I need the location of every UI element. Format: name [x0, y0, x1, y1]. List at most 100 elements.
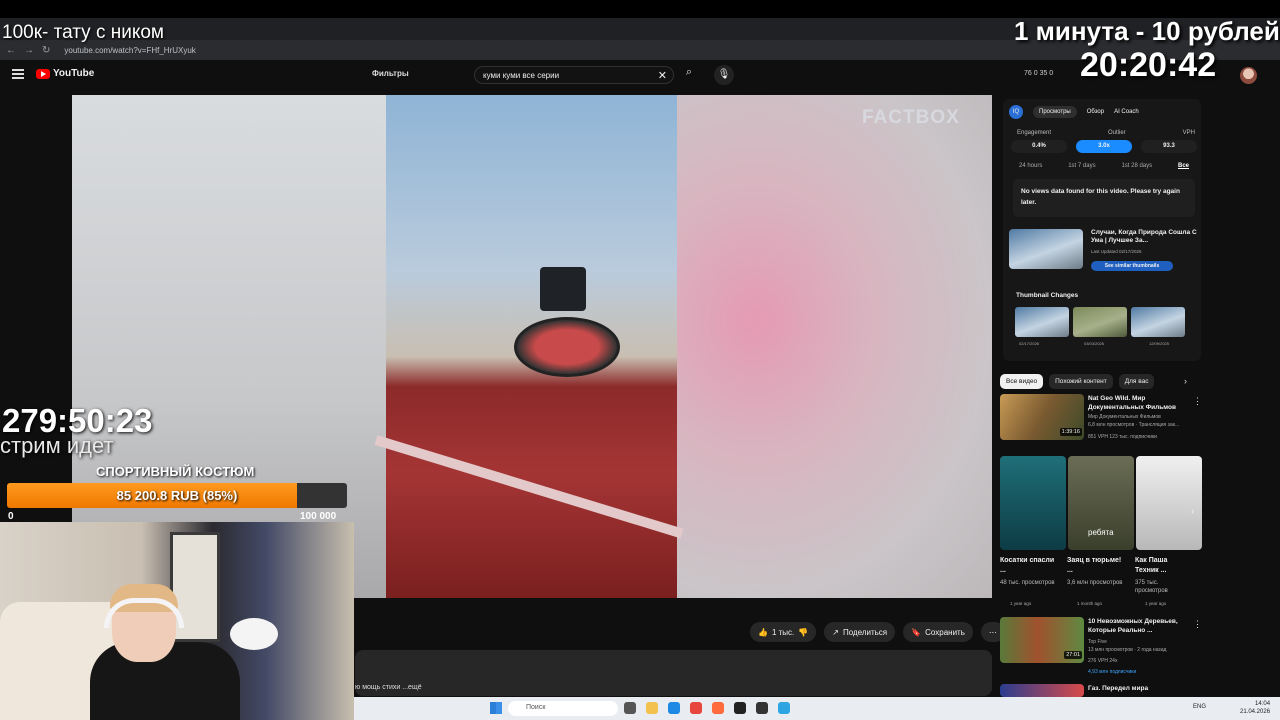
- thumbs-down-icon[interactable]: 👎: [798, 628, 808, 637]
- bookmark-icon: 🔖: [911, 627, 922, 637]
- vph-stats: 276 VPH 24x: [1088, 658, 1118, 664]
- menu-icon[interactable]: [12, 69, 24, 79]
- clock-time: 14:04: [1255, 701, 1271, 707]
- short-views: 3,6 млн просмотров: [1067, 580, 1123, 586]
- forward-icon[interactable]: →: [24, 45, 34, 56]
- system-clock[interactable]: 14:04 21.04.2026: [1240, 700, 1270, 716]
- video-views: 6,8 млн просмотров · Трансляция зак...: [1088, 422, 1180, 428]
- clear-search-icon[interactable]: ✕: [658, 69, 667, 82]
- thumbnail-updated: Last Updated 02/17/2026: [1091, 249, 1142, 254]
- list-item[interactable]: 1:39:16 Nat Geo Wild. Мир Документальных…: [1000, 394, 1200, 444]
- save-label: Сохранить: [925, 627, 965, 637]
- firefox-icon[interactable]: [712, 702, 724, 714]
- chip-all-videos[interactable]: Все видео: [1000, 374, 1044, 389]
- share-label: Поделиться: [842, 627, 888, 637]
- edge-icon[interactable]: [668, 702, 680, 714]
- chrome-icon[interactable]: [690, 702, 702, 714]
- tab-overview[interactable]: Обзор: [1087, 109, 1104, 115]
- thumbnail-changes: [1015, 307, 1185, 337]
- chip-for-you[interactable]: Для вас: [1118, 374, 1155, 389]
- donation-goal-bar: 85 200.8 RUB (85%): [7, 483, 347, 508]
- avatar[interactable]: [1240, 67, 1257, 84]
- share-button[interactable]: ↗ Поделиться: [824, 622, 896, 642]
- period-selector: 24 hours 1st 7 days 1st 28 days Все: [1019, 163, 1189, 169]
- video-blur-right: [677, 95, 992, 598]
- list-item[interactable]: 27:01 10 Невозможных Деревьев, Которые Р…: [1000, 617, 1200, 675]
- short-date: 1 month ago: [1077, 601, 1103, 606]
- channel-watermark: FACTBOX: [862, 107, 960, 128]
- tab-views[interactable]: Просмотры: [1033, 106, 1077, 118]
- short-title[interactable]: Заяц в тюрьме! ...: [1067, 556, 1123, 576]
- folder-icon[interactable]: [646, 702, 658, 714]
- short-thumbnail[interactable]: [1000, 456, 1066, 550]
- reload-icon[interactable]: ↻: [42, 45, 50, 56]
- microphone-icon[interactable]: 🎙: [714, 65, 734, 85]
- search-icon[interactable]: ⌕: [678, 66, 700, 84]
- short-title[interactable]: Косатки спасли ...: [1000, 556, 1056, 576]
- webcam-overlay: [0, 522, 354, 720]
- metric-label: Outlier: [1108, 130, 1126, 136]
- metric-labels: Engagement Outlier VPH: [1017, 130, 1195, 136]
- metric-label: Engagement: [1017, 130, 1052, 136]
- windows-start-icon[interactable]: [490, 702, 502, 714]
- thumbnail-changes-title: Thumbnail Changes: [1016, 292, 1079, 299]
- thumbnail-version[interactable]: [1131, 307, 1185, 337]
- similar-thumbnails-button[interactable]: See similar thumbnails: [1091, 261, 1173, 271]
- chevron-right-icon[interactable]: ›: [1184, 376, 1187, 386]
- tab-ai-coach[interactable]: AI Coach: [1114, 109, 1139, 115]
- thumbnail-date: 12/09/2025: [1148, 341, 1169, 346]
- app-icon[interactable]: [756, 702, 768, 714]
- no-data-message: No views data found for this video. Plea…: [1013, 179, 1195, 217]
- period-28d[interactable]: 1st 28 days: [1121, 163, 1152, 169]
- duration-badge: 27:01: [1064, 651, 1082, 659]
- taskbar-search[interactable]: Поиск: [508, 701, 618, 716]
- period-all[interactable]: Все: [1178, 163, 1189, 169]
- save-button[interactable]: 🔖 Сохранить: [903, 622, 973, 642]
- clock-date: 21.04.2026: [1240, 709, 1271, 715]
- youtube-logo[interactable]: YouTube: [36, 68, 94, 79]
- telegram-icon[interactable]: [778, 702, 790, 714]
- short-title[interactable]: Как Паша Техник ...: [1135, 556, 1191, 576]
- list-item[interactable]: Газ. Передел мира: [1000, 684, 1200, 697]
- header-stats: 76 0 35 0: [1024, 70, 1054, 77]
- youtube-play-icon: [36, 68, 50, 79]
- video-frame: [374, 95, 684, 598]
- video-thumbnail: [1009, 229, 1083, 269]
- obs-icon[interactable]: [734, 702, 746, 714]
- short-views: 375 тыс. просмотров: [1135, 580, 1168, 594]
- short-caption: ребята: [1088, 528, 1114, 537]
- task-view-icon[interactable]: [624, 702, 636, 714]
- short-thumbnail[interactable]: ребята: [1068, 456, 1134, 550]
- thumbnail-version[interactable]: [1015, 307, 1069, 337]
- more-vert-icon[interactable]: ⋮: [1193, 619, 1202, 630]
- short-thumbnail[interactable]: [1136, 456, 1202, 550]
- analytics-panel: IQ Просмотры Обзор AI Coach Engagement O…: [1003, 99, 1201, 361]
- thumbnail-version[interactable]: [1073, 307, 1127, 337]
- video-title: 10 Невозможных Деревьев, Которые Реально…: [1088, 618, 1178, 634]
- search-input[interactable]: куми куми все серии ✕: [474, 66, 674, 84]
- video-title: Nat Geo Wild. Мир Документальных Фильмов: [1088, 395, 1176, 411]
- channel-name: Мир Документальных Фильмов: [1088, 414, 1161, 420]
- subscriber-stats: 4,93 млн подписчики: [1088, 669, 1137, 675]
- chevron-right-icon[interactable]: ›: [1191, 506, 1194, 517]
- thumbnail-title: Случаи, Когда Природа Сошла С Ума | Лучш…: [1091, 229, 1197, 244]
- back-icon[interactable]: ←: [6, 45, 16, 56]
- stream-status: стрим идет: [0, 433, 114, 458]
- description-snippet[interactable]: ю мощь стихи ...ещё: [355, 684, 422, 691]
- filters-button[interactable]: Фильтры: [372, 69, 409, 78]
- taskbar-apps: [624, 702, 790, 714]
- period-24h[interactable]: 24 hours: [1019, 163, 1042, 169]
- stadium-speaker: [540, 267, 586, 311]
- url-text[interactable]: youtube.com/watch?v=FHf_HrUXyuk: [64, 46, 195, 55]
- like-button[interactable]: 👍 1 тыс. 👎: [750, 622, 817, 642]
- more-vert-icon[interactable]: ⋮: [1193, 396, 1202, 407]
- video-thumbnail: [1000, 684, 1084, 697]
- youtube-logo-text: YouTube: [53, 68, 95, 79]
- keyboard-language[interactable]: ENG: [1193, 704, 1206, 710]
- description-box[interactable]: [355, 650, 992, 696]
- share-icon: ↗: [832, 627, 839, 637]
- chip-related[interactable]: Похожий контент: [1049, 374, 1113, 389]
- period-7d[interactable]: 1st 7 days: [1068, 163, 1095, 169]
- video-title: Газ. Передел мира: [1088, 685, 1149, 692]
- donation-goal-text: 85 200.8 RUB (85%): [116, 488, 238, 503]
